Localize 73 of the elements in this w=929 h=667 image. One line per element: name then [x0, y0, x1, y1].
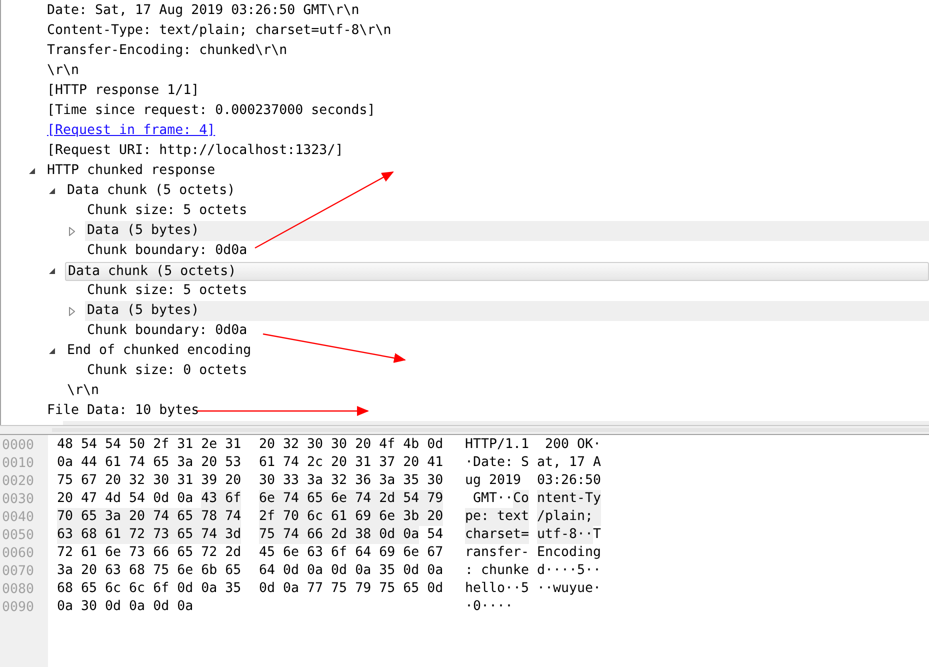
byte-group[interactable]: HTTP/1.1: [465, 436, 530, 454]
tree-item[interactable]: End of chunked encoding: [65, 341, 254, 361]
byte-group[interactable]: 61 74 2c 20 31 37 20 41: [259, 454, 444, 472]
byte-group[interactable]: pe: text: [465, 508, 530, 526]
byte-group[interactable]: 45 6e 63 6f 64 69 6e 67: [259, 544, 444, 562]
byte-group[interactable]: 0a 44 61 74 65 3a 20 53: [57, 454, 242, 472]
byte-group[interactable]: 48 54 54 50 2f 31 2e 31: [57, 436, 242, 454]
byte-group[interactable]: utf-8··: [537, 526, 594, 544]
byte-group[interactable]: 0d 0a 77 75 79 75 65 0d: [259, 580, 444, 598]
byte-group[interactable]: 63 68 61 72 73 65 74 3d: [57, 526, 242, 544]
byte-group[interactable]: 75 74 66 2d 38 0d 0a: [259, 526, 420, 544]
byte-group[interactable]: GMT··: [465, 490, 514, 508]
byte-group[interactable]: 64 0d 0a 0d 0a 35 0d 0a: [259, 562, 444, 580]
tree-item[interactable]: Chunk size: 5 octets: [85, 281, 250, 301]
byte-group[interactable]: 6e 74 65 6e 74 2d 54 79: [259, 490, 444, 508]
byte-group[interactable]: ug 2019: [465, 472, 530, 490]
tree-item[interactable]: Chunk boundary: 0d0a: [85, 321, 250, 341]
tree-item[interactable]: [Time since request: 0.000237000 seconds]: [45, 101, 378, 121]
byte-group[interactable]: Co: [513, 490, 530, 508]
byte-group[interactable]: 30 33 3a 32 36 3a 35 30: [259, 472, 444, 490]
offset-label: 0080: [1, 582, 36, 596]
byte-group[interactable]: hello··5: [465, 580, 530, 598]
tree-item[interactable]: Date: Sat, 17 Aug 2019 03:26:50 GMT\r\n: [45, 1, 362, 21]
byte-group[interactable]: : chunke: [465, 562, 530, 580]
byte-group[interactable]: 54: [419, 526, 444, 544]
byte-group[interactable]: 43 6f: [201, 490, 242, 508]
offset-label: 0040: [1, 510, 36, 524]
byte-group[interactable]: d····5··: [537, 562, 602, 580]
tree-item[interactable]: Content-Type: text/plain; charset=utf-8\r\n: [45, 21, 394, 41]
tree-item[interactable]: Transfer-Encoding: chunked\r\n: [45, 41, 290, 61]
byte-group[interactable]: ·Date: S: [465, 454, 530, 472]
tree-item[interactable]: Data chunk (5 octets): [65, 181, 238, 201]
byte-group[interactable]: 03:26:50: [537, 472, 602, 490]
tree-item[interactable]: Chunk size: 5 octets: [85, 201, 250, 221]
byte-group[interactable]: 2f 70 6c 61 69 6e 3b 20: [259, 508, 444, 526]
offset-label: 0070: [1, 564, 36, 578]
byte-group[interactable]: ntent-Ty: [537, 490, 602, 508]
byte-group[interactable]: 75 67 20 32 30 31 39 20: [57, 472, 242, 490]
tree-item[interactable]: HTTP chunked response: [45, 161, 218, 181]
offset-label: 0020: [1, 474, 36, 488]
tree-item[interactable]: Chunk size: 0 octets: [85, 361, 250, 381]
frame-link[interactable]: [Request in frame: 4]: [45, 121, 218, 141]
byte-group[interactable]: 68 65 6c 6c 6f 0d 0a 35: [57, 580, 242, 598]
tree-item[interactable]: [Request URI: http://localhost:1323/]: [45, 141, 346, 161]
byte-group[interactable]: 0a 30 0d 0a 0d 0a: [57, 598, 194, 616]
byte-group[interactable]: charset=: [465, 526, 530, 544]
byte-group[interactable]: ··wuyue·: [537, 580, 602, 598]
byte-group[interactable]: ·0····: [465, 598, 514, 616]
tree-item[interactable]: Data (5 bytes): [85, 301, 929, 321]
byte-group[interactable]: /plain;: [537, 508, 602, 526]
offset-label: 0030: [1, 492, 36, 506]
offset-label: 0050: [1, 528, 36, 542]
offset-label: 0000: [1, 438, 36, 452]
offset-label: 0090: [1, 600, 36, 614]
tree-item[interactable]: Chunk boundary: 0d0a: [85, 241, 250, 261]
byte-group[interactable]: 70 65 3a 20 74 65 78 74: [57, 508, 242, 526]
tree-item[interactable]: \r\n: [65, 381, 102, 401]
tree-item[interactable]: \r\n: [45, 61, 82, 81]
byte-group[interactable]: 3a 20 63 68 75 6e 6b 65: [57, 562, 242, 580]
byte-group[interactable]: 20 47 4d 54 0d 0a: [57, 490, 202, 508]
tree-item[interactable]: File Data: 10 bytes: [45, 401, 202, 421]
byte-group[interactable]: 20 32 30 30 20 4f 4b 0d: [259, 436, 444, 454]
tree-item[interactable]: [HTTP response 1/1]: [45, 81, 202, 101]
tree-item[interactable]: Data chunk (5 octets): [65, 262, 929, 280]
byte-group[interactable]: Encoding: [537, 544, 602, 562]
offset-label: 0060: [1, 546, 36, 560]
byte-group[interactable]: at, 17 A: [537, 454, 602, 472]
byte-group[interactable]: T: [593, 526, 602, 544]
byte-group[interactable]: 200 OK·: [537, 436, 602, 454]
byte-group[interactable]: 72 61 6e 73 66 65 72 2d: [57, 544, 242, 562]
tree-item[interactable]: Data (5 bytes): [85, 221, 929, 241]
offset-label: 0010: [1, 456, 36, 470]
byte-group[interactable]: ransfer-: [465, 544, 530, 562]
